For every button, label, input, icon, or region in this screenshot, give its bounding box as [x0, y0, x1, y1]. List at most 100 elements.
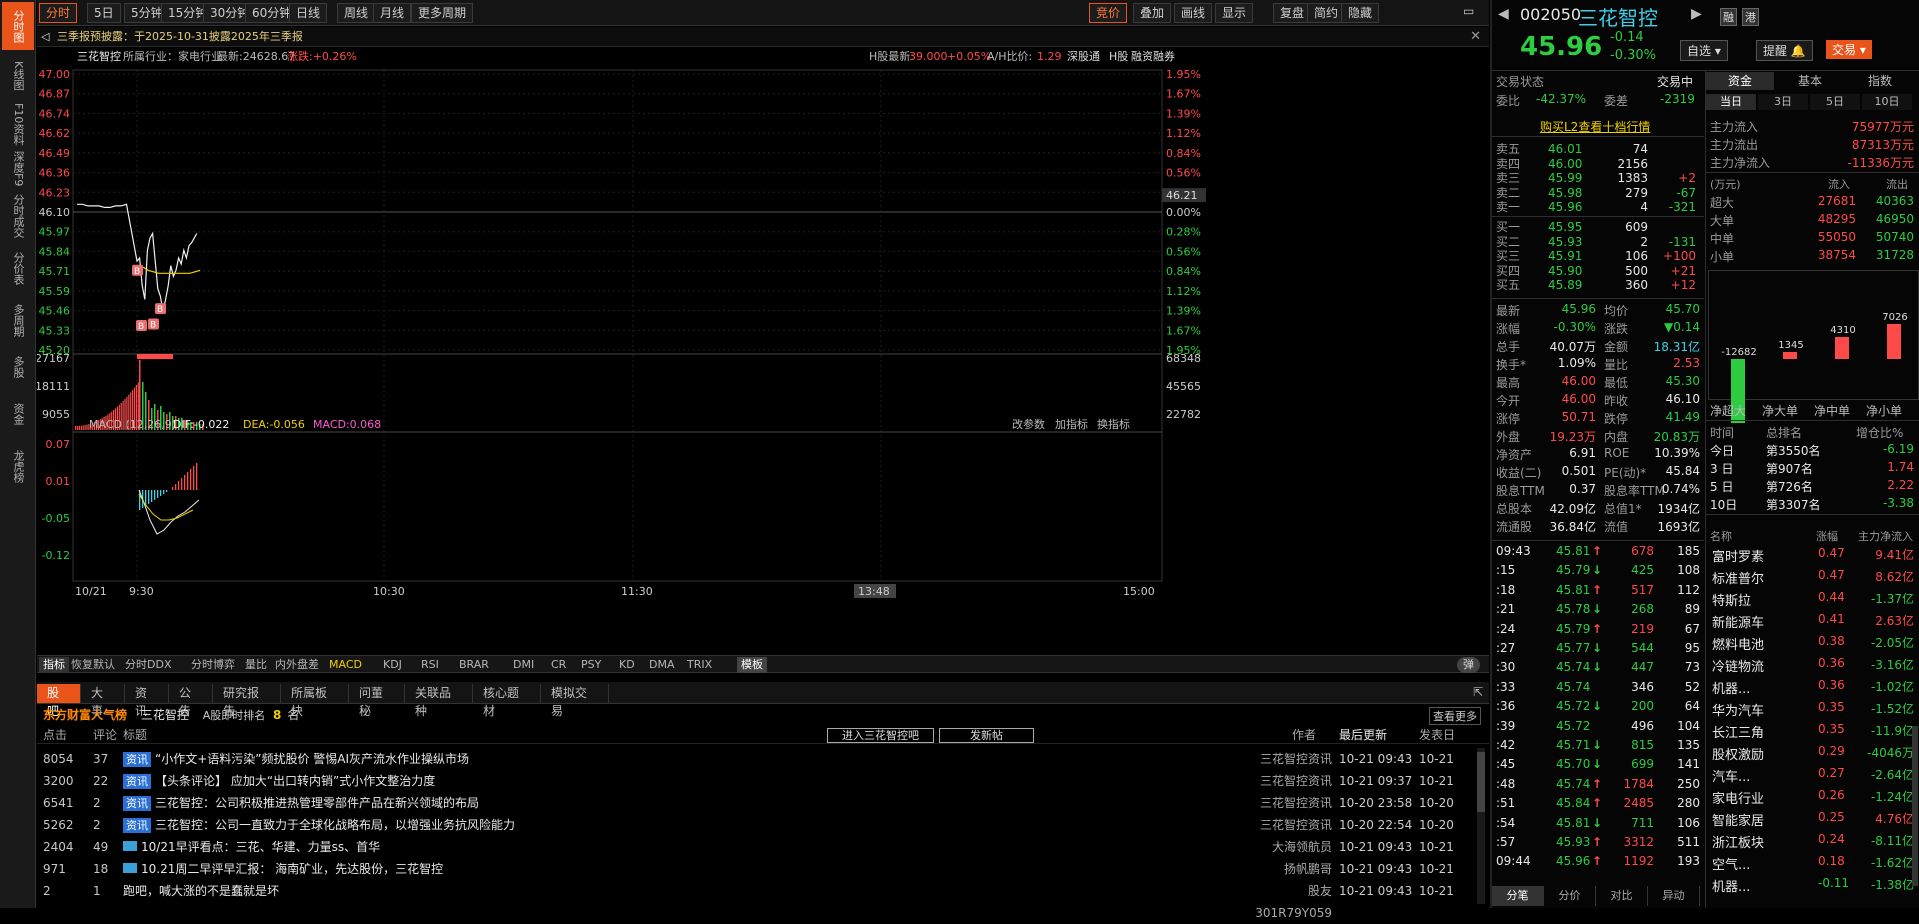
view-more-button[interactable]: 查看更多 [1429, 707, 1481, 725]
news-title[interactable]: 【头条评论】 应加大“出口转内销”式小作文整治力度 [155, 774, 435, 788]
indicator-3[interactable]: 分时博弈 [187, 657, 239, 673]
tick-tab-1[interactable]: 分价 [1544, 886, 1596, 906]
news-tab-6[interactable]: 问董秘 [349, 684, 405, 718]
expand-icon[interactable]: ⇱ [1473, 685, 1483, 699]
period-1[interactable]: 5日 [87, 3, 121, 23]
watchlist-select[interactable]: 自选 ▾ [1680, 40, 1728, 61]
indicator-11[interactable]: CR [547, 657, 570, 673]
indicator-10[interactable]: DMI [509, 657, 538, 673]
sector-scrollbar[interactable] [1912, 726, 1918, 886]
tool-1[interactable]: 叠加 [1133, 3, 1172, 23]
news-title[interactable]: 10.21周二早评早汇报： 海南矿业，先达股份，三花智控 [141, 862, 443, 876]
fund-tab-0[interactable]: 资金 [1706, 72, 1774, 90]
nav-6[interactable]: 多周期 [2, 296, 34, 344]
nav-7[interactable]: 多股 [2, 348, 34, 386]
sector-name[interactable]: 富时罗素 [1712, 546, 1764, 565]
indicator-4[interactable]: 量比 [241, 657, 271, 673]
sector-name[interactable]: 浙江板块 [1712, 832, 1764, 851]
period-6[interactable]: 日线 [289, 3, 328, 23]
l2-link[interactable]: 购买L2查看十档行情 [1540, 118, 1650, 135]
indicator-8[interactable]: RSI [417, 657, 443, 673]
nav-9[interactable]: 龙虎榜 [2, 442, 34, 490]
sector-name[interactable]: 机器... [1712, 678, 1750, 697]
col-clicks[interactable]: 点击 [43, 726, 67, 744]
sector-name[interactable]: 特斯拉 [1712, 590, 1751, 609]
news-scrollbar[interactable] [1477, 748, 1485, 904]
period-7[interactable]: 周线 [337, 3, 376, 23]
news-row[interactable]: 8054 37 资讯 “小作文+语料污染”频扰股价 警惕AI灰产流水作业操纵市场 三花智… [37, 748, 1477, 770]
nav-0[interactable]: 分时图 [2, 2, 34, 50]
sector-name[interactable]: 燃料电池 [1712, 634, 1764, 653]
news-row[interactable]: 971 18 10.21周二早评早汇报： 海南矿业，先达股份，三花智控 扬帆鹏哥 10-… [37, 858, 1477, 880]
remind-button[interactable]: 提醒 🔔 [1756, 40, 1813, 61]
news-author[interactable]: 三花智控资讯 [1232, 792, 1332, 814]
news-title[interactable]: “小作文+语料污染”频扰股价 警惕AI灰产流水作业操纵市场 [155, 752, 469, 766]
sector-name[interactable]: 股权激励 [1712, 744, 1764, 763]
period-0[interactable]: 分时 [39, 3, 78, 23]
news-row[interactable]: 2404 49 10/21早评看点：三花、华建、力量ss、首华 大海领航员 10-21 … [37, 836, 1477, 858]
macd-add-indicator[interactable]: 加指标 [1055, 417, 1088, 431]
indicator-2[interactable]: 分时DDX [121, 657, 175, 673]
news-author[interactable]: 大海领航员 [1232, 836, 1332, 858]
news-tab-2[interactable]: 资讯 [125, 684, 169, 718]
prev-stock-icon[interactable]: ◀ [1498, 6, 1509, 22]
news-tab-1[interactable]: 大事 [81, 684, 125, 718]
indicator-5[interactable]: 内外盘差 [271, 657, 323, 673]
sector-name[interactable]: 智能家居 [1712, 810, 1764, 829]
tick-tab-3[interactable]: 异动 [1648, 886, 1700, 906]
news-tab-9[interactable]: 模拟交易 [541, 684, 609, 718]
news-title[interactable]: 跑吧，喊大涨的不是蠢就是坏 [123, 884, 279, 898]
nav-3[interactable]: 深度F9 [2, 150, 34, 188]
news-tab-4[interactable]: 研究报告 [213, 684, 281, 718]
hk-badge[interactable]: 港 [1742, 8, 1759, 26]
link-hk-connect[interactable]: 深股通 [1067, 48, 1100, 66]
news-row[interactable]: 3200 22 资讯 【头条评论】 应加大“出口转内销”式小作文整治力度 三花智控资讯 1… [37, 770, 1477, 792]
sector-name[interactable]: 机器... [1712, 876, 1750, 895]
tool-3[interactable]: 显示 [1215, 3, 1254, 23]
indicator-14[interactable]: DMA [645, 657, 679, 673]
tool-2[interactable]: 画线 [1174, 3, 1213, 23]
news-title[interactable]: 三花智控：公司积极推进热管理零部件产品在新兴领域的布局 [155, 796, 479, 810]
fund-tab-1[interactable]: 基本 [1776, 72, 1844, 90]
industry[interactable]: 所属行业：家电行业 [123, 48, 222, 66]
intraday-chart[interactable]: 47.00 1.95% 46.87 1.67% 46.74 1.39% 46.62 1.12%… [35, 66, 1489, 648]
indicator-13[interactable]: KD [615, 657, 639, 673]
news-tab-0[interactable]: 股吧 [37, 684, 81, 718]
tool-4[interactable]: 复盘 [1273, 3, 1312, 23]
popup-toggle[interactable]: 弹 [1457, 657, 1480, 673]
news-author[interactable]: 股友301R79Y059 [1232, 880, 1332, 924]
tool-6[interactable]: 隐藏 [1341, 3, 1380, 23]
news-author[interactable]: 三花智控资讯 [1232, 748, 1332, 770]
link-margin[interactable]: 融资融券 [1131, 48, 1175, 66]
window-icon[interactable]: ▭ [1463, 4, 1474, 18]
nav-1[interactable]: K线图 [2, 54, 34, 98]
close-icon[interactable]: ✕ [1470, 27, 1481, 47]
next-stock-icon[interactable]: ▶ [1691, 6, 1702, 22]
news-author[interactable]: 三花智控资讯 [1232, 770, 1332, 792]
indicator-1[interactable]: 恢复默认 [67, 657, 119, 673]
indicator-9[interactable]: BRAR [455, 657, 493, 673]
sector-name[interactable]: 家电行业 [1712, 788, 1764, 807]
announcement-text[interactable]: 三季报预披露：于2025-10-31披露2025年三季报 [57, 27, 303, 47]
chart-svg[interactable]: 47.00 1.95% 46.87 1.67% 46.74 1.39% 46.62 1.12%… [35, 66, 1489, 648]
macd-switch-indicator[interactable]: 换指标 [1097, 417, 1130, 431]
news-row[interactable]: 6541 2 资讯 三花智控：公司积极推进热管理零部件产品在新兴领域的布局 三花智控资讯… [37, 792, 1477, 814]
popularity-brand[interactable]: 东方财富人气榜 [43, 708, 127, 722]
tick-tab-2[interactable]: 对比 [1596, 886, 1648, 906]
enter-forum-button[interactable]: 进入三花智控吧 [827, 728, 934, 743]
sector-name[interactable]: 华为汽车 [1712, 700, 1764, 719]
fund-subtab-2[interactable]: 5日 [1810, 94, 1860, 110]
sector-name[interactable]: 汽车... [1712, 766, 1750, 785]
margin-badge[interactable]: 融 [1720, 8, 1737, 26]
fund-subtab-1[interactable]: 3日 [1758, 94, 1808, 110]
col-date[interactable]: 发表日 [1419, 726, 1455, 744]
indicator-6[interactable]: MACD [325, 657, 366, 673]
col-updated[interactable]: 最后更新 [1339, 726, 1387, 744]
news-author[interactable]: 扬帆鹏哥 [1232, 858, 1332, 880]
indicator-0[interactable]: 指标 [39, 657, 69, 673]
period-9[interactable]: 更多周期 [411, 3, 474, 23]
trade-button[interactable]: 交易 ▾ [1826, 40, 1872, 59]
news-title[interactable]: 三花智控：公司一直致力于全球化战略布局，以增强业务抗风险能力 [155, 818, 515, 832]
col-comments[interactable]: 评论 [93, 726, 117, 744]
macd-change-params[interactable]: 改参数 [1012, 417, 1045, 431]
